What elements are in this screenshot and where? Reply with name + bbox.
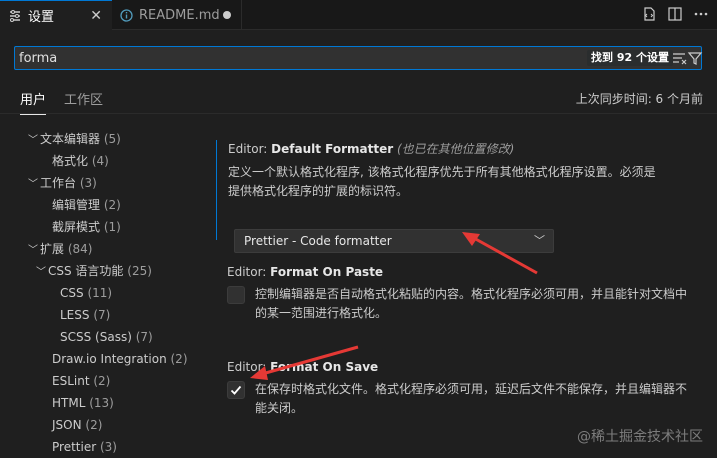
settings-list: Editor: Default Formatter (也已在其他位置修改) 定义… — [210, 120, 717, 458]
tree-item-less[interactable]: LESS (7) — [60, 306, 110, 324]
tree-item-screencast-mode[interactable]: 截屏模式 (1) — [52, 218, 121, 236]
checkmark-icon — [230, 385, 242, 395]
watermark-text: @稀土掘金技术社区 — [577, 429, 703, 445]
tab-readme[interactable]: README.md — [112, 0, 242, 30]
tree-item-text-editor[interactable]: ﹀ 文本编辑器 (5) — [28, 130, 121, 148]
tree-item-prettier[interactable]: Prettier (3) — [52, 438, 117, 456]
chevron-down-icon: ﹀ — [36, 267, 46, 278]
tree-item-eslint[interactable]: ESLint (2) — [52, 372, 110, 390]
tree-item-drawio[interactable]: Draw.io Integration (2) — [52, 350, 188, 368]
tab-settings[interactable]: 设置 ✕ — [0, 0, 112, 30]
settings-tree: ﹀ 文本编辑器 (5) 格式化 (4) ﹀ 工作台 (3) 编辑管理 (2) 截屏模… — [0, 120, 200, 458]
tree-item-css[interactable]: CSS (11) — [60, 284, 112, 302]
more-actions-icon[interactable] — [693, 6, 709, 22]
chevron-down-icon: ﹀ — [28, 245, 38, 256]
default-formatter-select[interactable]: Prettier - Code formatter ﹀ — [234, 229, 554, 253]
found-count-badge: 找到 92 个设置 — [587, 50, 673, 66]
unsaved-dot-icon[interactable] — [223, 11, 231, 19]
format-on-save-checkbox[interactable] — [227, 381, 245, 399]
tab-readme-label: README.md — [139, 7, 220, 23]
setting-description: 在保存时格式化文件。格式化程序必须可用，延迟后文件不能保存，并且编辑器不能关闭。 — [255, 382, 688, 415]
open-json-icon[interactable] — [641, 6, 657, 22]
search-input[interactable] — [19, 49, 559, 67]
setting-title: Editor: Format On Save — [227, 360, 379, 374]
tree-item-html[interactable]: HTML (13) — [52, 394, 114, 412]
setting-description: 控制编辑器是否自动格式化粘贴的内容。格式化程序必须可用，并且能针对文档中的某一范… — [255, 287, 688, 320]
filter-icon[interactable] — [687, 50, 703, 66]
info-icon — [120, 8, 133, 22]
setting-title: Editor: Default Formatter (也已在其他位置修改) — [228, 142, 515, 156]
tree-item-extensions[interactable]: ﹀ 扩展 (84) — [28, 240, 92, 258]
setting-default-formatter: Editor: Default Formatter (也已在其他位置修改) 定义… — [216, 140, 706, 253]
clear-filter-icon[interactable] — [671, 50, 687, 66]
setting-title: Editor: Format On Paste — [227, 265, 384, 279]
tree-item-css-language[interactable]: ﹀ CSS 语言功能 (25) — [36, 262, 152, 280]
tab-settings-label: 设置 — [28, 10, 55, 25]
setting-format-on-paste: Editor: Format On Paste 控制编辑器是否自动格式化粘贴的内… — [216, 265, 706, 323]
last-sync-text: 上次同步时间: 6 个月前 — [575, 92, 703, 106]
settings-file-icon — [8, 9, 22, 23]
tab-bar: 设置 ✕ README.md — [0, 0, 717, 30]
split-editor-icon[interactable] — [667, 6, 683, 22]
setting-format-on-save: Editor: Format On Save 在保存时格式化文件。格式化程序必须… — [216, 360, 706, 418]
chevron-down-icon: ﹀ — [28, 135, 38, 146]
tab-user[interactable]: 用户 — [20, 89, 47, 115]
setting-description: 定义一个默认格式化程序, 该格式化程序优先于所有其他格式化程序设置。必须是提供格… — [228, 165, 656, 198]
tree-item-workbench[interactable]: ﹀ 工作台 (3) — [28, 174, 97, 192]
chevron-down-icon: ﹀ — [28, 179, 38, 190]
close-icon[interactable]: ✕ — [90, 8, 102, 24]
tree-item-editor-management[interactable]: 编辑管理 (2) — [52, 196, 121, 214]
modified-elsewhere-link[interactable]: (也已在其他位置修改) — [397, 142, 514, 156]
tab-workspace[interactable]: 工作区 — [64, 89, 103, 114]
format-on-paste-checkbox[interactable] — [227, 286, 245, 304]
tree-item-json[interactable]: JSON (2) — [52, 416, 102, 434]
tree-item-formatting[interactable]: 格式化 (4) — [52, 152, 109, 170]
settings-search[interactable]: 找到 92 个设置 — [14, 46, 703, 70]
scope-tabs: 用户 工作区 上次同步时间: 6 个月前 — [0, 84, 717, 115]
chevron-down-icon: ﹀ — [534, 234, 545, 247]
tree-item-scss[interactable]: SCSS (Sass) (7) — [60, 328, 153, 346]
